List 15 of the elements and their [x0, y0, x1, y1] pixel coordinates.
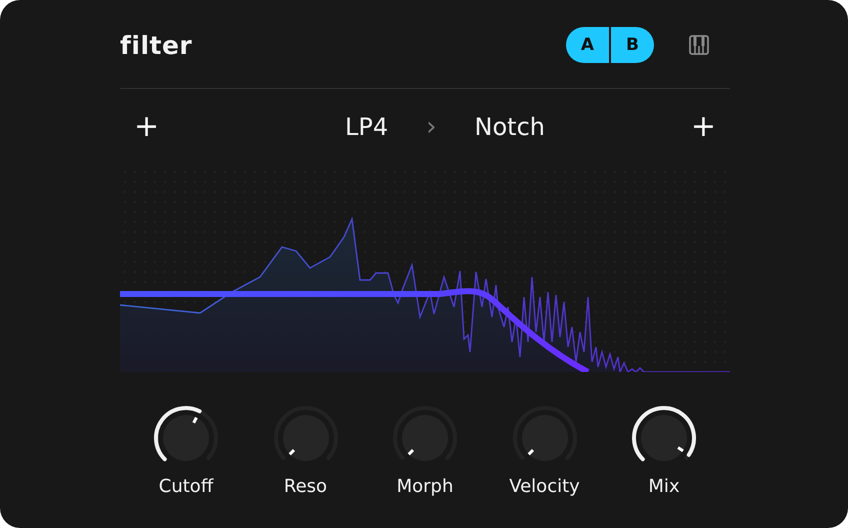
knob-label: Velocity — [509, 476, 580, 497]
filter-type-label[interactable]: Notch — [474, 113, 545, 141]
ab-letter[interactable]: B — [609, 27, 654, 63]
chevron: › — [426, 112, 437, 142]
ab-toggle[interactable]: A B — [566, 27, 654, 63]
plugin-title: filter — [120, 30, 192, 60]
knob-label: Mix — [648, 476, 680, 497]
knob-label: Reso — [284, 476, 328, 497]
add-button[interactable]: + — [676, 112, 730, 142]
filter-type-label[interactable]: LP4 — [345, 113, 388, 141]
knob-label: Cutoff — [158, 476, 214, 497]
knob-label: Morph — [396, 476, 454, 497]
add-button[interactable]: + — [120, 112, 174, 142]
piano-keys-icon[interactable] — [688, 34, 710, 56]
ab-letter[interactable]: A — [566, 27, 609, 63]
